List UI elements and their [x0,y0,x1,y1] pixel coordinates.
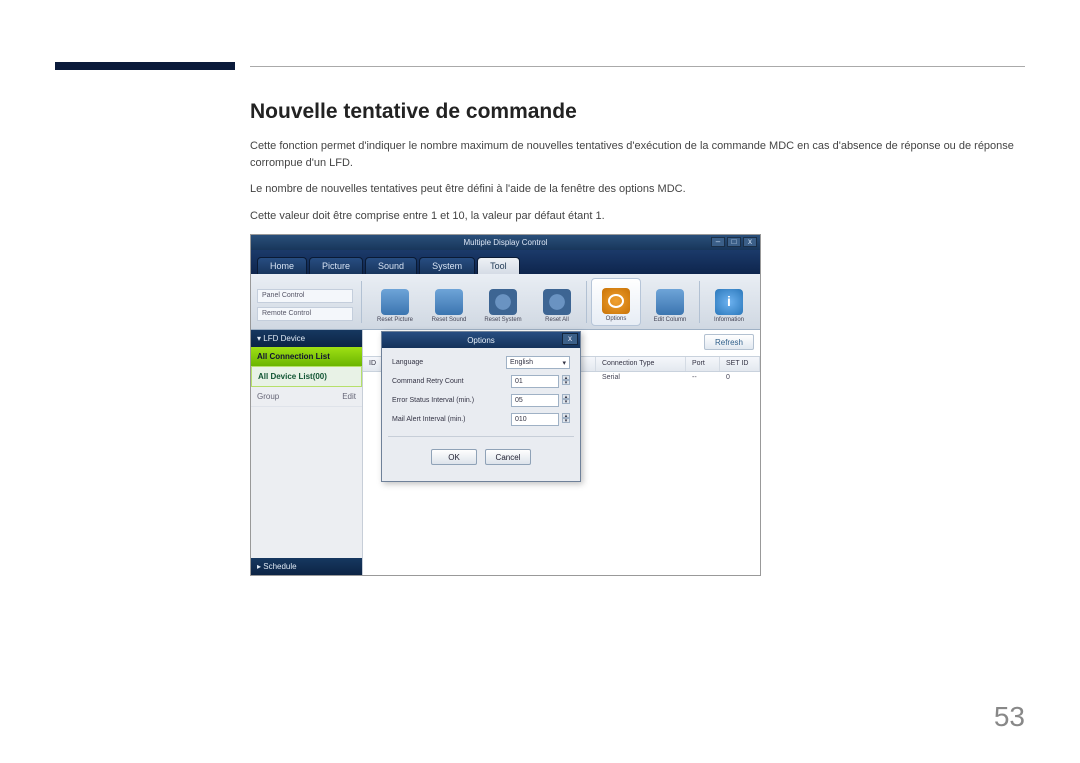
paragraph-2: Le nombre de nouvelles tentatives peut ê… [250,181,1025,198]
mail-interval-label: Mail Alert Interval (min.) [392,416,466,423]
menubar: Home Picture Sound System Tool [251,250,760,274]
dialog-title: Options [467,336,495,345]
retry-count-input[interactable]: 01 [511,375,559,388]
ribbon-reset-picture[interactable]: Reset Picture [370,278,420,326]
sidebar-group-label: Group [257,392,279,401]
dialog-close-button[interactable]: x [562,333,578,345]
language-label: Language [392,359,423,366]
mail-interval-input[interactable]: 010 [511,413,559,426]
ribbon-reset-system[interactable]: Reset System [478,278,528,326]
ribbon-label: Reset Picture [377,317,413,323]
ribbon-remote-control[interactable]: Remote Control [257,307,353,321]
page-number: 53 [994,701,1025,733]
chevron-down-icon: ▾ [562,359,566,367]
reset-sound-icon [435,289,463,315]
cell-setid: 0 [720,372,760,386]
mail-interval-stepper[interactable]: ▴▾ [562,413,570,426]
edit-column-icon [656,289,684,315]
error-interval-label: Error Status Interval (min.) [392,397,474,404]
col-port[interactable]: Port [686,357,720,371]
maximize-button[interactable]: □ [727,237,741,247]
retry-count-value: 01 [515,378,523,385]
titlebar: Multiple Display Control – □ x [251,235,760,250]
sidebar-edit-link[interactable]: Edit [342,392,356,401]
app-window: Multiple Display Control – □ x Home Pict… [250,234,761,576]
ribbon-label: Edit Column [654,317,687,323]
sidebar-group-row: Group Edit [251,387,362,407]
ribbon-edit-column[interactable]: Edit Column [645,278,695,326]
ribbon-reset-sound[interactable]: Reset Sound [424,278,474,326]
cell-conn-type: Serial [596,372,686,386]
error-interval-input[interactable]: 05 [511,394,559,407]
language-value: English [510,359,533,366]
dialog-titlebar: Options x [382,332,580,348]
minimize-button[interactable]: – [711,237,725,247]
tab-system[interactable]: System [419,257,475,274]
error-interval-value: 05 [515,397,523,404]
col-setid[interactable]: SET ID [720,357,760,371]
options-icon [602,288,630,314]
tab-tool[interactable]: Tool [477,257,520,274]
retry-count-label: Command Retry Count [392,378,464,385]
ribbon-label: Reset All [545,317,569,323]
ribbon-label: Reset Sound [432,317,467,323]
sidebar-footer-schedule[interactable]: Schedule [251,558,362,575]
ribbon: Panel Control Remote Control Reset Pictu… [251,274,760,330]
options-dialog: Options x Language English ▾ Command Ret… [381,331,581,482]
cancel-button[interactable]: Cancel [485,449,531,465]
paragraph-1: Cette fonction permet d'indiquer le nomb… [250,138,1025,171]
reset-all-icon [543,289,571,315]
ribbon-options[interactable]: Options [591,278,641,326]
ribbon-panel-control[interactable]: Panel Control [257,289,353,303]
ribbon-label: Information [714,317,744,323]
section-title: Nouvelle tentative de commande [250,100,1025,124]
language-select[interactable]: English ▾ [506,356,570,369]
paragraph-3: Cette valeur doit être comprise entre 1 … [250,208,1025,225]
tab-sound[interactable]: Sound [365,257,417,274]
sidebar-header-lfd[interactable]: LFD Device [251,330,362,347]
sidebar-all-device-list[interactable]: All Device List(00) [251,366,362,387]
refresh-button[interactable]: Refresh [704,334,754,350]
app-title: Multiple Display Control [463,238,547,247]
header-accent-bar [55,62,235,70]
col-conn-type[interactable]: Connection Type [596,357,686,371]
ribbon-reset-all[interactable]: Reset All [532,278,582,326]
ok-button[interactable]: OK [431,449,477,465]
ribbon-divider [361,281,362,323]
tab-picture[interactable]: Picture [309,257,363,274]
ribbon-label: Options [606,316,627,322]
tab-home[interactable]: Home [257,257,307,274]
reset-system-icon [489,289,517,315]
mail-interval-value: 010 [515,416,527,423]
ribbon-label: Reset System [484,317,521,323]
dialog-separator [388,436,574,437]
retry-count-stepper[interactable]: ▴▾ [562,375,570,388]
header-rule [250,66,1025,67]
sidebar: LFD Device All Connection List All Devic… [251,330,363,575]
close-button[interactable]: x [743,237,757,247]
sidebar-all-connection-list[interactable]: All Connection List [251,347,362,366]
ribbon-divider [586,281,587,323]
ribbon-divider [699,281,700,323]
content-area: Nouvelle tentative de commande Cette fon… [250,100,1025,576]
ribbon-information[interactable]: Information [704,278,754,326]
error-interval-stepper[interactable]: ▴▾ [562,394,570,407]
information-icon [715,289,743,315]
reset-picture-icon [381,289,409,315]
cell-port: -- [686,372,720,386]
